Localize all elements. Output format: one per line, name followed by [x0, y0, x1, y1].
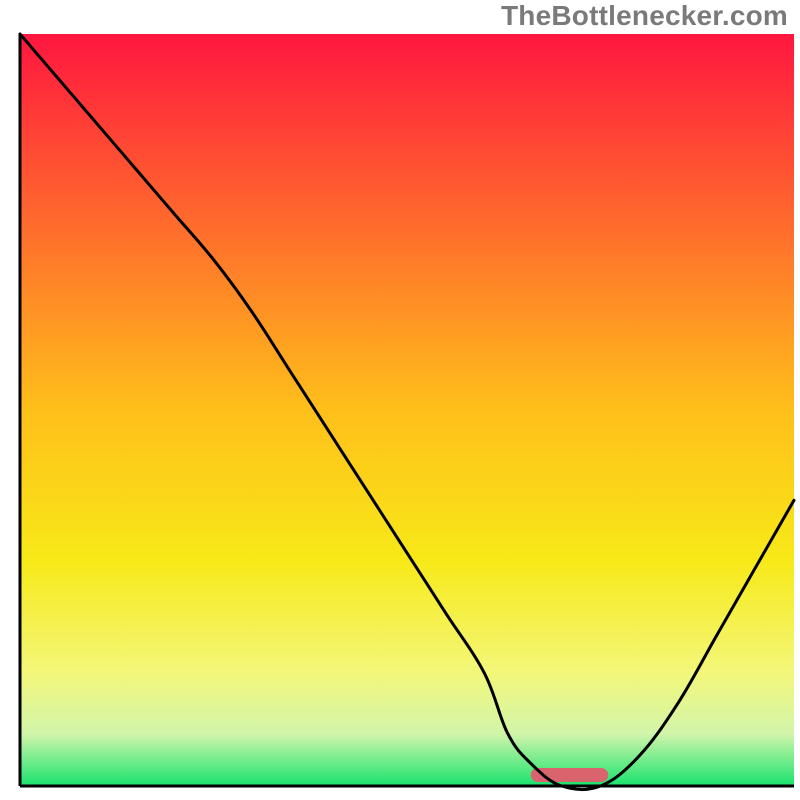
- chart-svg: [0, 0, 800, 800]
- plot-background: [20, 34, 794, 786]
- bottleneck-chart: TheBottlenecker.com: [0, 0, 800, 800]
